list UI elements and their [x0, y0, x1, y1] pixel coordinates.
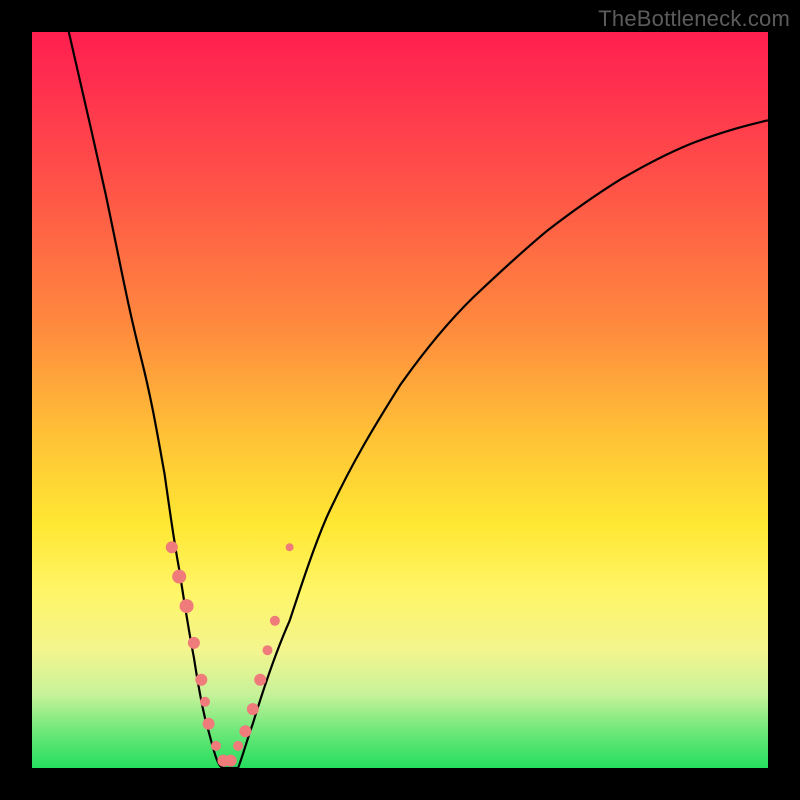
marker-dot	[254, 674, 266, 686]
watermark-text: TheBottleneck.com	[598, 6, 790, 32]
marker-dot	[233, 741, 243, 751]
marker-dot	[203, 718, 215, 730]
bottleneck-curve	[69, 32, 768, 768]
marker-dot	[200, 697, 210, 707]
plot-area	[32, 32, 768, 768]
marker-dot	[172, 570, 186, 584]
marker-dot	[195, 674, 207, 686]
marker-dot	[239, 725, 251, 737]
marker-dot	[211, 741, 221, 751]
marker-dot	[263, 645, 273, 655]
marker-dot	[270, 616, 280, 626]
marker-dot	[188, 637, 200, 649]
curve-layer	[32, 32, 768, 768]
chart-frame: TheBottleneck.com	[0, 0, 800, 800]
marker-dot	[225, 755, 237, 767]
marker-dot	[166, 541, 178, 553]
marker-dot	[286, 543, 294, 551]
marker-dot	[180, 599, 194, 613]
marker-dot	[247, 703, 259, 715]
